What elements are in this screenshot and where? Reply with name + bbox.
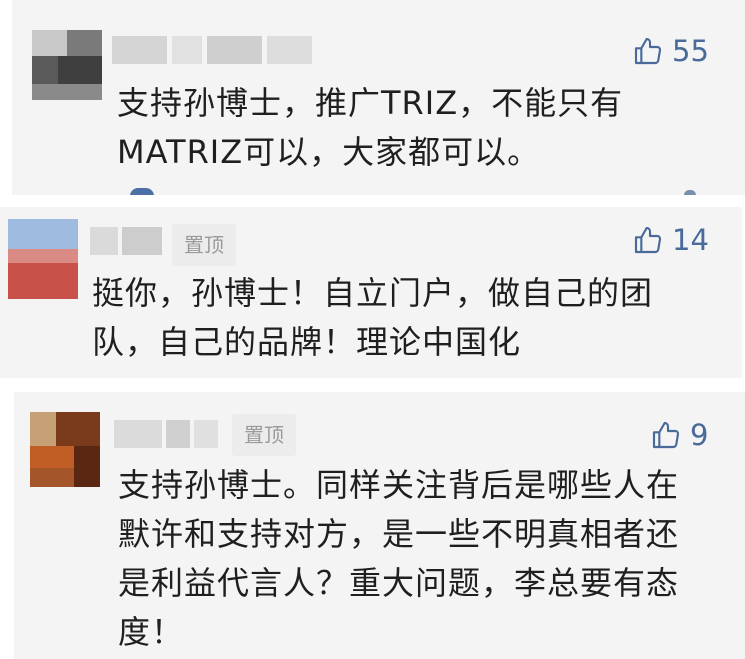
like-count: 14 xyxy=(672,223,709,257)
comment-card: 55 支持孙博士，推广TRIZ，不能只有 MATRIZ可以，大家都可以。 xyxy=(12,0,745,195)
like-count: 9 xyxy=(690,418,709,452)
comment-card: 置顶 14 挺你，孙博士！自立门户，做自己的团 队，自己的品牌！理论中国化 xyxy=(0,207,742,378)
comment-card: 置顶 9 支持孙博士。同样关注背后是哪些人在 默许和支持对方，是一些不明真相者还… xyxy=(14,392,745,659)
comment-text: 挺你，孙博士！自立门户，做自己的团 队，自己的品牌！理论中国化 xyxy=(92,274,654,361)
nickname-blurred[interactable] xyxy=(90,227,162,255)
like-button[interactable]: 14 xyxy=(632,223,709,257)
thumbs-up-icon xyxy=(634,226,662,254)
avatar[interactable] xyxy=(32,30,102,100)
comment-text: 支持孙博士。同样关注背后是哪些人在 默许和支持对方，是一些不明真相者还 是利益代… xyxy=(118,466,680,651)
thumbs-up-icon xyxy=(634,37,662,65)
nickname-blurred[interactable] xyxy=(114,420,218,448)
like-button[interactable]: 9 xyxy=(650,418,708,452)
pinned-badge: 置顶 xyxy=(172,224,236,266)
nickname-blurred[interactable] xyxy=(112,36,312,64)
next-reply-peek-right xyxy=(684,190,696,195)
like-count: 55 xyxy=(672,34,709,68)
next-reply-peek xyxy=(130,188,154,195)
thumbs-up-icon xyxy=(652,421,680,449)
comment-text: 支持孙博士，推广TRIZ，不能只有 MATRIZ可以，大家都可以。 xyxy=(117,84,624,171)
avatar[interactable] xyxy=(8,219,78,299)
like-button[interactable]: 55 xyxy=(632,34,709,68)
pinned-badge: 置顶 xyxy=(232,414,296,456)
avatar[interactable] xyxy=(30,412,100,487)
